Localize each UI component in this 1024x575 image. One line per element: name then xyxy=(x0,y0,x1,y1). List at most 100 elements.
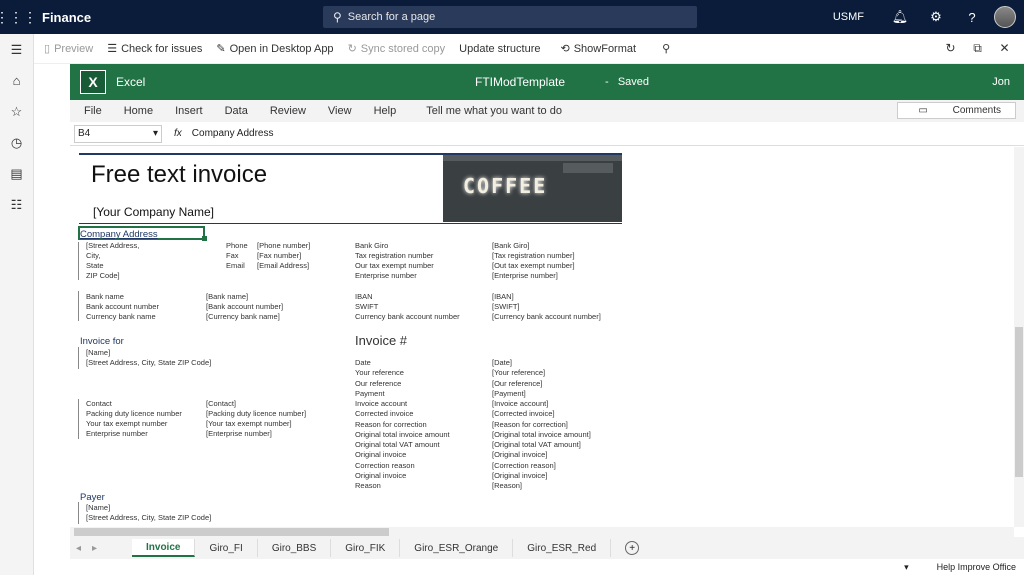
contact-value[interactable]: [Email Address] xyxy=(257,261,309,270)
excel-user[interactable]: Jon xyxy=(992,76,1010,88)
invoice-detail-label[interactable]: Original invoice xyxy=(355,471,406,480)
bank-value[interactable]: [Bank name] xyxy=(206,292,248,301)
bank-value[interactable]: [Currency bank name] xyxy=(206,312,280,321)
giro-value[interactable]: [Bank Giro] xyxy=(492,241,530,250)
horizontal-scroll-thumb[interactable] xyxy=(74,528,389,536)
tab-invoice[interactable]: Invoice xyxy=(132,539,196,557)
vertical-scroll-thumb[interactable] xyxy=(1015,327,1023,477)
invoice-detail-label[interactable]: Date xyxy=(355,358,371,367)
invoice-detail-label[interactable]: Reason for correction xyxy=(355,420,427,429)
tab-giro-fik[interactable]: Giro_FIK xyxy=(331,539,401,557)
giro-label[interactable]: Our tax exempt number xyxy=(355,261,434,270)
open-desktop-button[interactable]: ✎ Open in Desktop App xyxy=(216,42,333,56)
app-name[interactable]: Finance xyxy=(42,10,91,25)
address-line[interactable]: ZIP Code] xyxy=(86,271,120,280)
contact-value[interactable]: [Phone number] xyxy=(257,241,310,250)
tab-giro-fi[interactable]: Giro_FI xyxy=(195,539,258,557)
invoice-detail-label[interactable]: Original total invoice amount xyxy=(355,430,450,439)
contact2-label[interactable]: Enterprise number xyxy=(86,429,148,438)
iban-label[interactable]: SWIFT xyxy=(355,302,378,311)
bank-label[interactable]: Bank name xyxy=(86,292,124,301)
iban-value[interactable]: [Currency bank account number] xyxy=(492,312,601,321)
next-sheet-icon[interactable]: ▸ xyxy=(92,543,108,554)
address-line[interactable]: City, xyxy=(86,251,100,260)
invoice-detail-value[interactable]: [Original total VAT amount] xyxy=(492,440,581,449)
iban-label[interactable]: Currency bank account number xyxy=(355,312,460,321)
gear-icon[interactable]: ⚙ xyxy=(918,9,954,25)
tab-insert[interactable]: Insert xyxy=(175,105,203,117)
invoice-detail-value[interactable]: [Date] xyxy=(492,358,512,367)
invoice-detail-label[interactable]: Invoice account xyxy=(355,399,407,408)
contact2-value[interactable]: [Enterprise number] xyxy=(206,429,272,438)
giro-value[interactable]: [Enterprise number] xyxy=(492,271,558,280)
contact-value[interactable]: [Fax number] xyxy=(257,251,301,260)
contact2-value[interactable]: [Packing duty licence number] xyxy=(206,409,306,418)
search-box[interactable]: ⚲ Search for a page xyxy=(323,6,697,28)
add-sheet-icon[interactable]: + xyxy=(625,541,640,555)
tab-giro-esr-orange[interactable]: Giro_ESR_Orange xyxy=(400,539,514,557)
invoice-detail-value[interactable]: [Reason] xyxy=(492,481,522,490)
avatar[interactable] xyxy=(994,6,1016,28)
iban-value[interactable]: [IBAN] xyxy=(492,292,514,301)
bank-value[interactable]: [Bank account number] xyxy=(206,302,283,311)
contact2-value[interactable]: [Contact] xyxy=(206,399,236,408)
preview-button[interactable]: ▯ Preview xyxy=(44,42,93,56)
tab-data[interactable]: Data xyxy=(225,105,248,117)
invoice-title[interactable]: Free text invoice xyxy=(91,161,267,189)
prev-sheet-icon[interactable]: ◂ xyxy=(76,543,92,554)
invoice-detail-value[interactable]: [Reason for correction] xyxy=(492,420,568,429)
company-name-cell[interactable]: [Your Company Name] xyxy=(93,205,214,219)
address-line[interactable]: [Street Address, xyxy=(86,241,139,250)
invoice-detail-label[interactable]: Your reference xyxy=(355,368,404,377)
invoice-detail-label[interactable]: Original total VAT amount xyxy=(355,440,440,449)
giro-label[interactable]: Enterprise number xyxy=(355,271,417,280)
invoice-for-heading[interactable]: Invoice for xyxy=(80,336,124,347)
contact-label[interactable]: Phone xyxy=(226,241,248,250)
find-icon[interactable]: ⚲ xyxy=(662,42,670,55)
invoice-detail-label[interactable]: Reason xyxy=(355,481,381,490)
invoice-detail-value[interactable]: [Your reference] xyxy=(492,368,545,377)
address-line[interactable]: State xyxy=(86,261,104,270)
home-icon[interactable]: ⌂ xyxy=(0,65,33,96)
tab-home[interactable]: Home xyxy=(124,105,153,117)
invoice-for-line[interactable]: [Name] xyxy=(86,348,110,357)
tab-review[interactable]: Review xyxy=(270,105,306,117)
invoice-detail-value[interactable]: [Correction reason] xyxy=(492,461,556,470)
invoice-detail-label[interactable]: Corrected invoice xyxy=(355,409,413,418)
formula-input[interactable]: Company Address xyxy=(192,128,274,139)
workspace-icon[interactable]: ▤ xyxy=(0,158,33,189)
sync-button[interactable]: ↻ Sync stored copy xyxy=(348,42,446,56)
check-issues-button[interactable]: ☰ Check for issues xyxy=(107,42,202,56)
payer-line[interactable]: [Street Address, City, State ZIP Code] xyxy=(86,513,211,522)
fx-icon[interactable]: fx xyxy=(174,128,182,139)
invoice-detail-label[interactable]: Original invoice xyxy=(355,450,406,459)
invoice-for-line[interactable]: [Street Address, City, State ZIP Code] xyxy=(86,358,211,367)
invoice-detail-value[interactable]: [Payment] xyxy=(492,389,526,398)
star-icon[interactable]: ☆ xyxy=(0,96,33,127)
hamburger-icon[interactable]: ☰ xyxy=(0,34,33,65)
list-icon[interactable]: ☷ xyxy=(0,189,33,220)
invoice-detail-value[interactable]: [Invoice account] xyxy=(492,399,548,408)
update-structure-button[interactable]: Update structure xyxy=(459,43,540,55)
invoice-detail-label[interactable]: Payment xyxy=(355,389,385,398)
tab-file[interactable]: File xyxy=(84,105,102,117)
showformat-button[interactable]: ⟲ ShowFormat xyxy=(560,42,636,56)
company-address-cell[interactable]: Company Address xyxy=(80,229,158,240)
bank-label[interactable]: Bank account number xyxy=(86,302,159,311)
invoice-detail-label[interactable]: Correction reason xyxy=(355,461,415,470)
iban-value[interactable]: [SWIFT] xyxy=(492,302,520,311)
payer-heading[interactable]: Payer xyxy=(80,492,105,503)
giro-value[interactable]: [Tax registration number] xyxy=(492,251,575,260)
tell-me-input[interactable]: Tell me what you want to do xyxy=(426,105,562,117)
invoice-detail-value[interactable]: [Original invoice] xyxy=(492,471,547,480)
help-improve-link[interactable]: Help Improve Office xyxy=(937,562,1016,572)
invoice-detail-value[interactable]: [Corrected invoice] xyxy=(492,409,555,418)
file-name[interactable]: FTIModTemplate xyxy=(475,75,565,89)
clock-icon[interactable]: ◷ xyxy=(0,127,33,158)
vertical-scrollbar[interactable] xyxy=(1014,147,1024,527)
giro-label[interactable]: Bank Giro xyxy=(355,241,388,250)
refresh-icon[interactable]: ↻ xyxy=(937,41,964,56)
tab-giro-esr-red[interactable]: Giro_ESR_Red xyxy=(513,539,612,557)
tab-help[interactable]: Help xyxy=(374,105,397,117)
giro-value[interactable]: [Out tax exempt number] xyxy=(492,261,575,270)
